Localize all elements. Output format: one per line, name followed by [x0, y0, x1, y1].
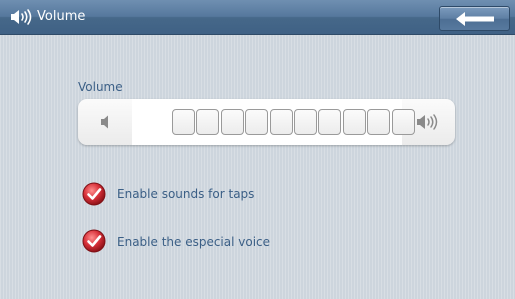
back-button[interactable]	[439, 6, 510, 31]
volume-segment[interactable]	[245, 109, 269, 135]
volume-segment[interactable]	[220, 109, 244, 135]
enable-especial-voice-label: Enable the especial voice	[117, 235, 271, 249]
volume-settings-screen: Volume Volume Enable sounds for taps Ena…	[0, 0, 515, 299]
checkmark-icon	[82, 182, 106, 206]
volume-up-button[interactable]	[402, 99, 455, 145]
volume-level-segments[interactable]	[172, 109, 416, 135]
volume-segment[interactable]	[293, 109, 317, 135]
speaker-icon	[11, 9, 32, 25]
checkmark-icon	[82, 229, 106, 253]
volume-segment[interactable]	[196, 109, 220, 135]
title-bar: Volume	[0, 0, 515, 35]
enable-tap-sounds-label: Enable sounds for taps	[117, 187, 255, 201]
page-title: Volume	[37, 9, 86, 24]
volume-segment[interactable]	[342, 109, 366, 135]
volume-down-button[interactable]	[78, 99, 132, 145]
volume-segment[interactable]	[172, 109, 195, 135]
volume-label: Volume	[78, 80, 123, 94]
volume-segment[interactable]	[318, 109, 342, 135]
volume-up-icon	[417, 114, 438, 130]
volume-down-icon	[101, 115, 108, 129]
volume-segment[interactable]	[269, 109, 293, 135]
volume-control	[78, 99, 455, 145]
back-arrow-icon	[456, 12, 494, 26]
volume-segment[interactable]	[367, 109, 391, 135]
